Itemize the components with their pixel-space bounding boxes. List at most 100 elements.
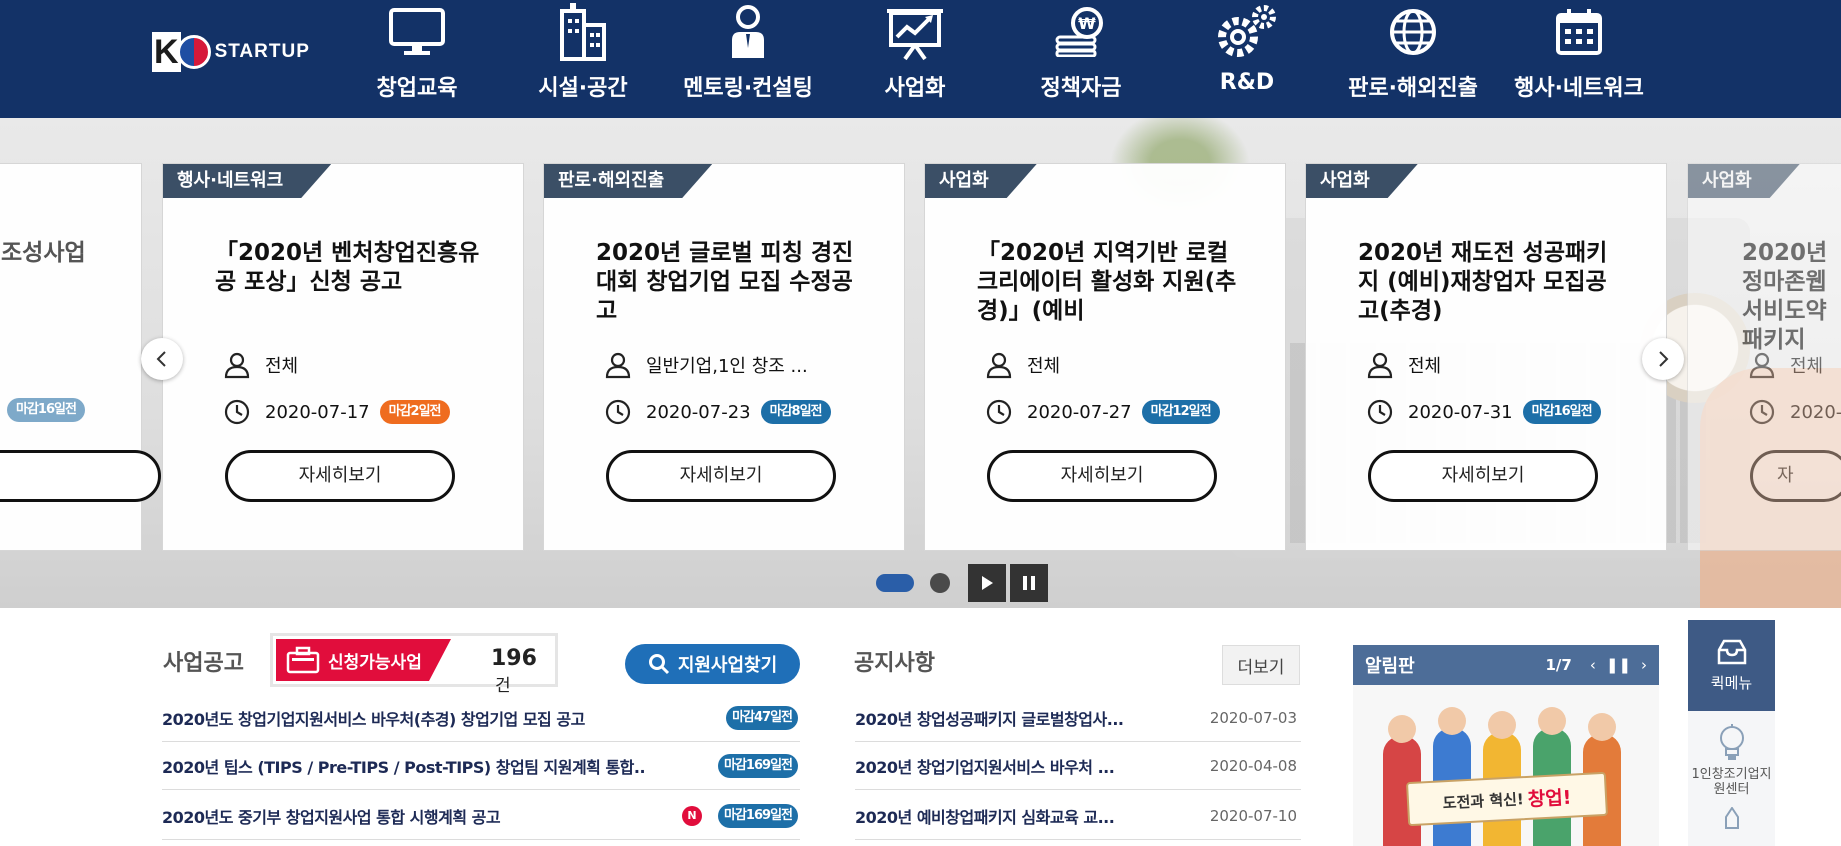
clock-icon [1367,399,1393,425]
bulletin-next-button[interactable]: › [1641,656,1647,674]
bulletin-prev-button[interactable]: ‹ [1590,656,1596,674]
rocket-icon [1724,807,1739,829]
find-support-button[interactable]: 지원사업찾기 [625,644,800,684]
slider-card[interactable]: 사업화 2020년 재도전 성공패키지 (예비)재창업자 모집공고(추경) 전체… [1305,163,1667,551]
nav-label: 행사·네트워크 [1514,76,1644,101]
slider-card[interactable]: 행사·네트워크 「2020년 벤처창업진흥유공 포상」신청 공고 전체 2020… [162,163,524,551]
notice-more-button[interactable]: 더보기 [1222,645,1300,685]
illustration-head [1438,707,1466,735]
pause-icon [1023,576,1035,590]
briefcase-icon [286,646,320,674]
slider-page-dot-active[interactable] [876,574,914,592]
card-target: 전체 [1790,356,1824,377]
business-item-title[interactable]: 2020년도 창업기업지원서비스 바우처(추경) 창업기업 모집 공고 [162,706,726,730]
card-title[interactable]: 「2020년 벤처창업진흥유공 포상」신청 공고 [215,239,483,297]
business-section-title: 사업공고 [163,651,244,676]
nav-item-event[interactable]: 행사·네트워크 [1504,0,1654,118]
slider-prev-button[interactable] [141,338,183,380]
detail-button[interactable]: 자세히보기 [1368,450,1598,502]
card-category-tag: 판로·해외진출 [544,164,712,198]
business-item-title[interactable]: 2020년 팁스 (TIPS / Pre-TIPS / Post-TIPS) 창… [162,754,718,778]
slider-next-button[interactable] [1642,338,1684,380]
detail-button[interactable] [0,450,161,502]
nav-label: 사업화 [884,76,946,101]
clock-icon [986,399,1012,425]
notice-list-item[interactable]: 2020년 창업성공패키지 글로벌창업사... 2020-07-03 [855,694,1301,742]
slider-page-dot[interactable] [930,573,950,593]
illustration-head [1388,715,1416,743]
card-category-tag: 사업화 [1688,164,1800,198]
quick-item-one-person-center[interactable]: 1인창조기업지원센터 [1688,711,1775,797]
quick-item-label: 1인창조기업지원센터 [1691,767,1772,797]
bulletin-pause-button[interactable]: ❚❚ [1606,656,1631,674]
notice-item-title[interactable]: 2020년 창업기업지원서비스 바우처 ... [855,754,1210,778]
kstartup-logo[interactable]: K STARTUP [152,30,332,74]
card-category-tag: 행사·네트워크 [163,164,331,198]
bulletin-banner-text: 도전과 혁신! 창업! [1405,771,1609,827]
calendar-icon [1548,4,1610,60]
notice-list-item[interactable]: 2020년 예비창업패키지 심화교육 교... 2020-07-10 [855,792,1301,840]
available-programs-box[interactable]: 신청가능사업 196 건 [270,633,558,696]
top-header: K STARTUP 창업교육 시설·공간 멘토링·컨설팅 사업화 ₩ 정책자금 [0,0,1841,118]
nav-item-export[interactable]: 판로·해외진출 [1338,0,1488,118]
slider-card[interactable]: 판로·해외진출 2020년 글로벌 피칭 경진대회 창업기업 모집 수정공고 일… [543,163,905,551]
card-title[interactable]: 2020년 글로벌 피칭 경진대회 창업기업 모집 수정공고 [596,239,864,326]
slider-card-partial-left[interactable]: 조성사업 마감16일전 [0,163,161,551]
available-programs-label: 신청가능사업 [328,652,422,673]
find-support-label: 지원사업찾기 [677,655,778,676]
available-programs-label-box: 신청가능사업 [276,639,451,681]
notice-item-title[interactable]: 2020년 창업성공패키지 글로벌창업사... [855,706,1210,730]
slider-card-partial-right[interactable]: 사업화 2020년 정마존웹서비도약패키지 전체 2020-0 자 [1687,163,1841,551]
detail-button[interactable]: 자 [1750,450,1841,502]
quick-menu-button[interactable]: 퀵메뉴 [1688,620,1775,711]
user-icon [1749,352,1775,379]
card-target: 전체 [265,356,299,377]
detail-button[interactable]: 자세히보기 [606,450,836,502]
search-icon [648,654,669,675]
card-date-row: 2020-07-27 마감12일전 [985,398,1220,426]
bulletin-board-header: 알림판 1/7 ‹ ❚❚ › [1353,645,1659,685]
clock-icon [605,399,631,425]
bulletin-board: 알림판 1/7 ‹ ❚❚ › 도전과 혁신! 창업! [1353,645,1659,846]
business-list-item[interactable]: 2020년도 창업기업지원서비스 바우처(추경) 창업기업 모집 공고 마감47… [162,694,800,742]
quick-item-next[interactable] [1688,797,1775,829]
count-value: 196 [491,646,537,671]
nav-item-policy-fund[interactable]: ₩ 정책자금 [1006,0,1156,118]
slider-pause-button[interactable] [1010,564,1048,602]
gears-icon [1216,4,1278,60]
nav-item-commercialization[interactable]: 사업화 [840,0,990,118]
slider-card[interactable]: 사업화 「2020년 지역기반 로컬크리에이터 활성화 지원(추경)」(예비 전… [924,163,1286,551]
chevron-left-icon [156,351,166,367]
detail-button[interactable]: 자세히보기 [225,450,455,502]
mentor-person-icon [717,4,779,60]
clock-icon [1749,399,1775,425]
bulletin-banner-image[interactable]: 도전과 혁신! 창업! [1353,685,1659,846]
logo-text: STARTUP [214,41,310,62]
detail-button[interactable]: 자세히보기 [987,450,1217,502]
user-icon [986,352,1012,379]
card-date: 2020-07-31 [1408,401,1513,423]
nav-item-mentoring[interactable]: 멘토링·컨설팅 [673,0,823,118]
slider-play-button[interactable] [968,564,1006,602]
business-item-title[interactable]: 2020년도 중기부 창업지원사업 통합 시행계획 공고 [162,804,682,828]
nav-item-education[interactable]: 창업교육 [342,0,492,118]
bulletin-board-page: 1/7 [1545,656,1572,674]
card-title[interactable]: 「2020년 지역기반 로컬크리에이터 활성화 지원(추경)」(예비 [977,239,1245,326]
business-list-item[interactable]: 2020년 팁스 (TIPS / Pre-TIPS / Post-TIPS) 창… [162,742,800,790]
nav-label: R&D [1219,70,1275,95]
card-title[interactable]: 2020년 재도전 성공패키지 (예비)재창업자 모집공고(추경) [1358,239,1626,326]
deadline-badge: 마감2일전 [379,400,450,424]
illustration-head [1488,711,1516,739]
card-title[interactable]: 2020년 정마존웹서비도약패키지 [1742,239,1841,355]
building-icon [552,3,614,61]
notice-list-item[interactable]: 2020년 창업기업지원서비스 바우처 ... 2020-04-08 [855,742,1301,790]
user-icon [1367,352,1393,379]
nav-item-facility[interactable]: 시설·공간 [508,0,658,118]
nav-item-rnd[interactable]: R&D [1172,0,1322,118]
nav-label: 시설·공간 [538,76,628,101]
monitor-icon [386,4,448,60]
card-category-tag: 사업화 [925,164,1037,198]
deadline-badge: 마감16일전 [7,398,85,422]
notice-item-title[interactable]: 2020년 예비창업패키지 심화교육 교... [855,804,1210,828]
business-list-item[interactable]: 2020년도 중기부 창업지원사업 통합 시행계획 공고 N 마감169일전 [162,792,800,840]
